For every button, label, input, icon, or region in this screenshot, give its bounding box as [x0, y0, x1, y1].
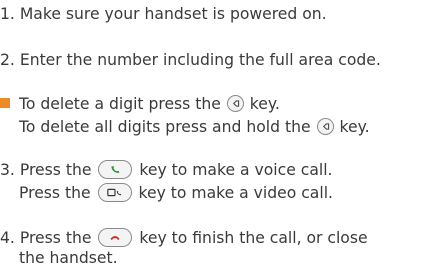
tip-line-2: To delete all digits press and hold the …	[19, 118, 370, 136]
tip-line-2-end: key.	[339, 118, 370, 136]
tip-line-2-text: To delete all digits press and hold the	[19, 118, 311, 136]
step-3-text-end: key to make a voice call.	[139, 161, 333, 179]
step-4-text: 4. Press the	[0, 229, 92, 247]
step-3-video-text: Press the	[19, 184, 91, 202]
tip-line-1: To delete a digit press the key.	[19, 95, 280, 113]
video-call-key-icon	[97, 183, 132, 202]
step-4-line-2: the handset.	[19, 249, 118, 267]
instruction-page: 1. Make sure your handset is powered on.…	[0, 0, 439, 266]
step-4-text-end: key to finish the call, or close	[139, 229, 368, 247]
clear-key-icon	[316, 118, 334, 135]
tip-line-1-text: To delete a digit press the	[19, 95, 221, 113]
green-call-key-icon	[98, 160, 133, 179]
clear-key-icon	[226, 95, 244, 112]
red-end-key-icon	[98, 228, 133, 247]
step-3-line-1: 3. Press the key to make a voice call.	[0, 160, 333, 179]
tip-bullet-icon	[0, 98, 10, 108]
step-3-video-text-end: key to make a video call.	[138, 184, 333, 202]
step-4-line-1: 4. Press the key to finish the call, or …	[0, 228, 368, 247]
step-2-text: 2. Enter the number including the full a…	[0, 51, 381, 69]
tip-line-1-end: key.	[249, 95, 280, 113]
step-3-text: 3. Press the	[0, 161, 92, 179]
step-4-text-continued: the handset.	[19, 249, 118, 267]
step-2: 2. Enter the number including the full a…	[0, 51, 381, 69]
step-3-line-2: Press the key to make a video call.	[19, 183, 333, 202]
step-1: 1. Make sure your handset is powered on.	[0, 5, 327, 23]
step-1-text: 1. Make sure your handset is powered on.	[0, 5, 327, 23]
